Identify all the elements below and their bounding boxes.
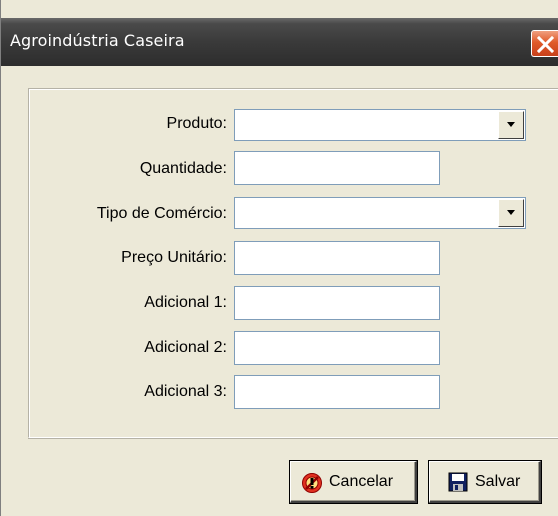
label-tipo-comercio: Tipo de Comércio: xyxy=(96,205,227,222)
produto-combobox[interactable] xyxy=(234,109,526,141)
label-produto: Produto: xyxy=(166,115,227,132)
label-adicional-1: Adicional 1: xyxy=(144,294,227,311)
cancel-icon xyxy=(301,472,323,499)
quantidade-input[interactable] xyxy=(234,151,440,185)
save-button[interactable]: Salvar xyxy=(429,461,541,503)
dialog-window: Agroindústria Caseira Produto: Quantidad… xyxy=(0,0,558,516)
close-icon xyxy=(537,36,554,53)
tipo-comercio-combobox[interactable] xyxy=(234,197,526,229)
adicional-2-input[interactable] xyxy=(234,331,440,365)
floppy-disk-icon xyxy=(448,472,468,497)
label-preco-unitario: Preço Unitário: xyxy=(121,249,227,266)
label-quantidade: Quantidade: xyxy=(139,160,227,177)
close-button[interactable] xyxy=(531,30,558,57)
cancel-button[interactable]: Cancelar xyxy=(290,461,417,503)
tipo-comercio-combo-dropdown-button[interactable] xyxy=(498,199,524,227)
produto-combo-dropdown-button[interactable] xyxy=(498,111,524,139)
label-adicional-3: Adicional 3: xyxy=(144,383,227,400)
save-button-label: Salvar xyxy=(475,473,521,490)
adicional-1-input[interactable] xyxy=(234,286,440,320)
chevron-down-icon xyxy=(507,210,515,215)
adicional-3-input[interactable] xyxy=(234,375,440,409)
preco-unitario-input[interactable] xyxy=(234,241,440,275)
label-adicional-2: Adicional 2: xyxy=(144,339,227,356)
cancel-button-label: Cancelar xyxy=(329,473,394,490)
chevron-down-icon xyxy=(507,122,515,127)
title-bar[interactable]: Agroindústria Caseira xyxy=(1,18,558,66)
window-title: Agroindústria Caseira xyxy=(10,31,185,50)
